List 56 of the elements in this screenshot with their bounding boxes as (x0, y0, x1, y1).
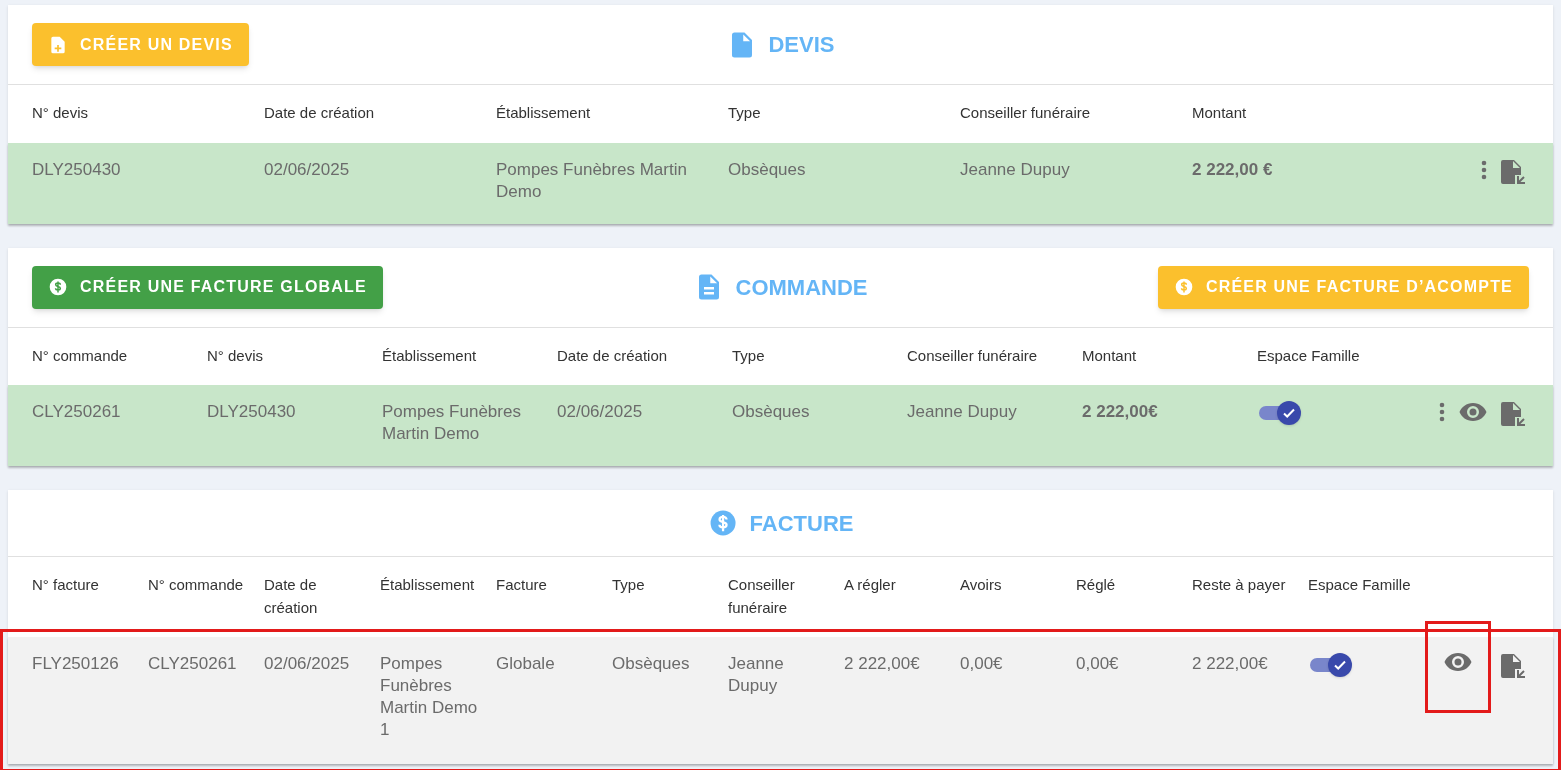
section-title: DEVIS (768, 31, 835, 59)
column-header: Facture (496, 576, 547, 593)
create-button[interactable]: CRÉER UNE FACTURE D’ACOMPTE (1157, 265, 1529, 309)
table-cell: Obsèques (732, 402, 810, 421)
column-header: N° devis (32, 104, 88, 121)
column-header: N° facture (32, 576, 99, 593)
column-header: Date de création (557, 346, 668, 364)
column-header: Espace Famille (1257, 346, 1360, 364)
column-header: A régler (844, 576, 896, 593)
table-cell: Jeanne Dupuy (728, 654, 784, 695)
column-header: N° devis (207, 346, 263, 364)
table-cell: 2 222,00 € (1192, 159, 1273, 179)
table-cell: Pompes Funèbres Martin Demo (496, 159, 687, 201)
table-cell: CLY250261 (148, 654, 237, 673)
table-cell: Jeanne Dupuy (960, 159, 1070, 179)
table-cell: 02/06/2025 (264, 159, 350, 179)
table-cell: 0,00€ (1076, 654, 1119, 673)
table-cell: FLY250126 (32, 654, 119, 673)
table-cell: CLY250261 (32, 402, 121, 421)
column-header: Avoirs (960, 576, 1002, 593)
table-cell: Pompes Funèbres Martin Demo 1 (380, 654, 478, 739)
table-cell: 2 222,00€ (844, 654, 920, 673)
column-header: Conseiller funéraire (907, 346, 1038, 364)
table-cell: Globale (496, 654, 555, 673)
column-header: N° commande (32, 346, 128, 364)
table-cell: Jeanne Dupuy (907, 402, 1017, 421)
create-button[interactable]: CRÉER UN DEVIS (32, 23, 249, 66)
column-header: Type (728, 104, 761, 121)
table-cell: DLY250430 (207, 402, 296, 421)
section-title: COMMANDE (735, 273, 868, 302)
column-header: Établissement (380, 576, 475, 593)
create-button[interactable]: CRÉER UNE FACTURE GLOBALE (32, 265, 383, 309)
column-header: N° commande (148, 576, 244, 593)
column-header: Réglé (1076, 576, 1116, 593)
column-header: Type (612, 576, 645, 593)
table-cell: 2 222,00€ (1192, 654, 1268, 673)
column-header: Montant (1082, 346, 1137, 364)
column-header: Type (732, 346, 765, 364)
column-header: Montant (1192, 104, 1247, 121)
column-header: Établissement (496, 104, 591, 121)
table-cell: 02/06/2025 (557, 402, 643, 421)
column-header: Reste à payer (1192, 576, 1286, 593)
column-header: Date de création (264, 576, 318, 616)
table-cell: Obsèques (728, 159, 806, 179)
table-cell: Pompes Funèbres Martin Demo (382, 402, 521, 443)
column-header: Conseiller funéraire (728, 576, 795, 616)
column-header: Conseiller funéraire (960, 104, 1091, 121)
table-cell: 0,00€ (960, 654, 1003, 673)
column-header: Date de création (264, 104, 375, 121)
table-cell: 02/06/2025 (264, 654, 350, 673)
section-title: FACTURE (749, 509, 854, 538)
table-cell: 2 222,00€ (1082, 402, 1158, 421)
table-cell: DLY250430 (32, 159, 121, 179)
table-cell: Obsèques (612, 654, 690, 673)
column-header: Établissement (382, 346, 477, 364)
column-header: Espace Famille (1308, 576, 1411, 593)
